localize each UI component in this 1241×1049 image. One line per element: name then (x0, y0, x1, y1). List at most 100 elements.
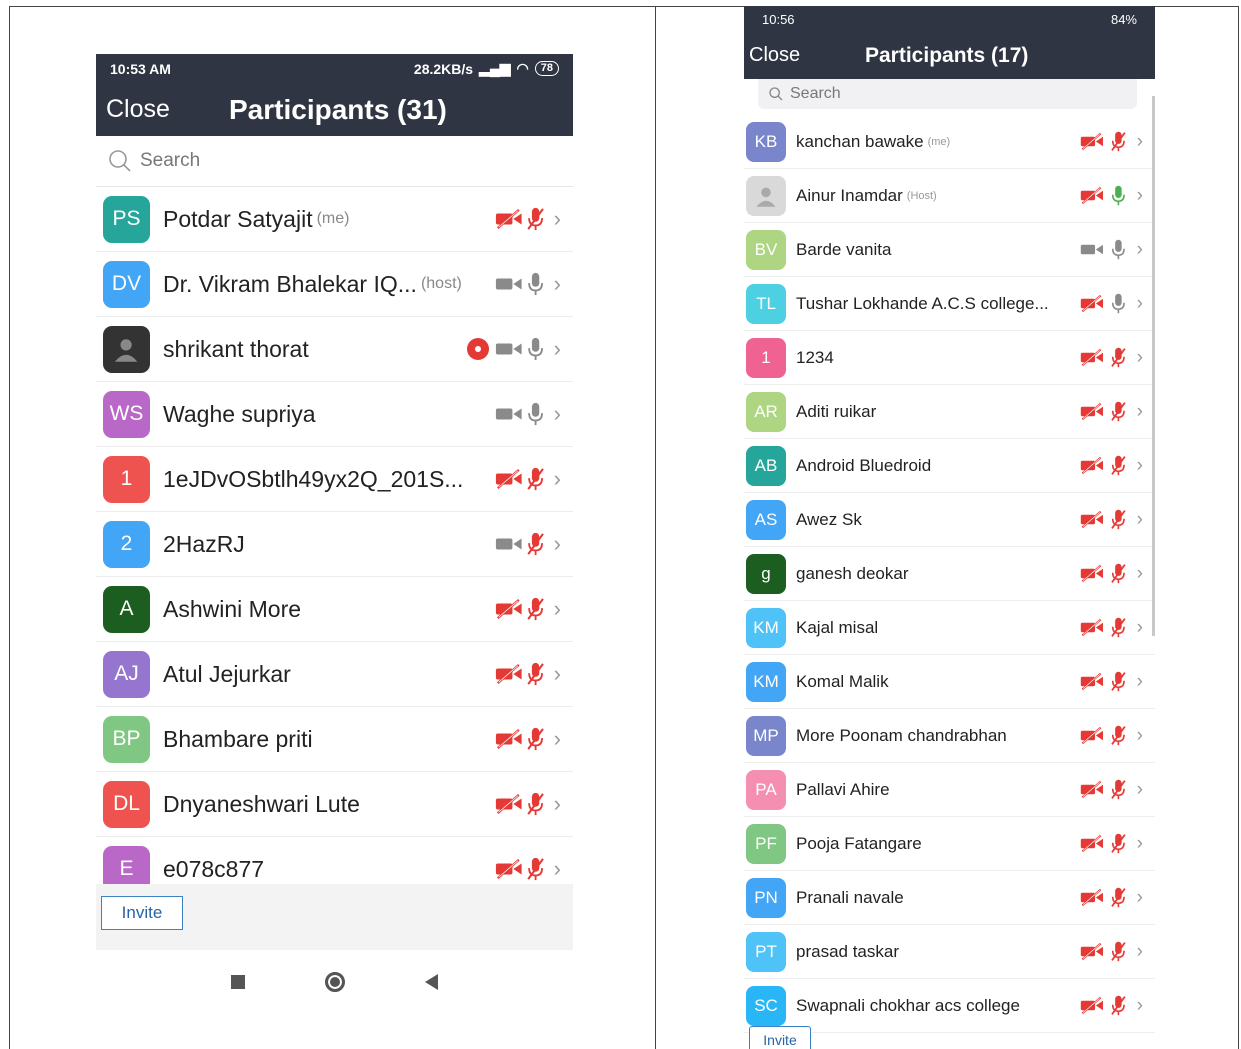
participant-row[interactable]: g ganesh deokar › (744, 547, 1155, 601)
participant-row[interactable]: KM Kajal misal › (744, 601, 1155, 655)
chevron-right-icon[interactable]: › (1137, 725, 1143, 747)
chevron-right-icon[interactable]: › (554, 206, 561, 232)
participant-row[interactable]: MP More Poonam chandrabhan › (744, 709, 1155, 763)
mic-icon[interactable] (1110, 185, 1127, 206)
participant-row[interactable]: A Ashwini More › (96, 577, 573, 642)
recents-icon[interactable] (231, 975, 245, 989)
scrollbar[interactable] (1152, 96, 1155, 636)
mic-off-icon[interactable] (1110, 833, 1127, 854)
video-off-icon[interactable] (1080, 780, 1104, 799)
participant-row[interactable]: 1 1234 › (744, 331, 1155, 385)
chevron-right-icon[interactable]: › (1137, 617, 1143, 639)
mic-off-icon[interactable] (1110, 725, 1127, 746)
mic-off-icon[interactable] (1110, 941, 1127, 962)
invite-button[interactable]: Invite (101, 896, 183, 930)
participant-row[interactable]: BV Barde vanita › (744, 223, 1155, 277)
mic-icon[interactable] (526, 272, 545, 296)
mic-off-icon[interactable] (526, 662, 545, 686)
video-off-icon[interactable] (1080, 672, 1104, 691)
participant-row[interactable]: TL Tushar Lokhande A.C.S college... › (744, 277, 1155, 331)
search-input[interactable]: Search (140, 150, 200, 172)
search-bar[interactable]: Search (758, 79, 1137, 109)
mic-icon[interactable] (1110, 239, 1127, 260)
video-off-icon[interactable] (495, 793, 523, 815)
mic-off-icon[interactable] (526, 597, 545, 621)
video-off-icon[interactable] (495, 208, 523, 230)
participant-row[interactable]: PT prasad taskar › (744, 925, 1155, 979)
chevron-right-icon[interactable]: › (1137, 455, 1143, 477)
chevron-right-icon[interactable]: › (1137, 401, 1143, 423)
chevron-right-icon[interactable]: › (1137, 131, 1143, 153)
participant-row[interactable]: 2 2HazRJ › (96, 512, 573, 577)
mic-off-icon[interactable] (1110, 671, 1127, 692)
video-off-icon[interactable] (1080, 834, 1104, 853)
mic-off-icon[interactable] (526, 857, 545, 881)
mic-off-icon[interactable] (1110, 455, 1127, 476)
video-off-icon[interactable] (495, 728, 523, 750)
participant-row[interactable]: 1 1eJDvOSbtlh49yx2Q_201S... › (96, 447, 573, 512)
participant-row[interactable]: WS Waghe supriya › (96, 382, 573, 447)
video-off-icon[interactable] (1080, 456, 1104, 475)
chevron-right-icon[interactable]: › (1137, 779, 1143, 801)
mic-icon[interactable] (526, 402, 545, 426)
video-off-icon[interactable] (1080, 402, 1104, 421)
video-off-icon[interactable] (1080, 132, 1104, 151)
video-off-icon[interactable] (1080, 996, 1104, 1015)
video-off-icon[interactable] (1080, 186, 1104, 205)
search-input[interactable]: Search (790, 85, 841, 103)
chevron-right-icon[interactable]: › (1137, 509, 1143, 531)
video-icon[interactable] (495, 403, 523, 425)
participant-row[interactable]: Ainur Inamdar (Host) › (744, 169, 1155, 223)
chevron-right-icon[interactable]: › (1137, 671, 1143, 693)
video-off-icon[interactable] (1080, 510, 1104, 529)
participant-row[interactable]: BP Bhambare priti › (96, 707, 573, 772)
video-icon[interactable] (1080, 240, 1104, 259)
video-off-icon[interactable] (495, 598, 523, 620)
chevron-right-icon[interactable]: › (1137, 887, 1143, 909)
mic-off-icon[interactable] (1110, 509, 1127, 530)
video-off-icon[interactable] (1080, 726, 1104, 745)
chevron-right-icon[interactable]: › (554, 401, 561, 427)
participant-row[interactable]: PA Pallavi Ahire › (744, 763, 1155, 817)
mic-off-icon[interactable] (526, 467, 545, 491)
chevron-right-icon[interactable]: › (1137, 239, 1143, 261)
video-off-icon[interactable] (1080, 564, 1104, 583)
mic-off-icon[interactable] (526, 792, 545, 816)
video-off-icon[interactable] (1080, 348, 1104, 367)
chevron-right-icon[interactable]: › (1137, 293, 1143, 315)
chevron-right-icon[interactable]: › (1137, 995, 1143, 1017)
invite-button[interactable]: Invite (749, 1026, 811, 1049)
mic-icon[interactable] (526, 337, 545, 361)
mic-off-icon[interactable] (1110, 347, 1127, 368)
mic-off-icon[interactable] (1110, 995, 1127, 1016)
chevron-right-icon[interactable]: › (1137, 941, 1143, 963)
video-off-icon[interactable] (1080, 294, 1104, 313)
mic-off-icon[interactable] (1110, 563, 1127, 584)
video-icon[interactable] (495, 273, 523, 295)
mic-off-icon[interactable] (1110, 617, 1127, 638)
participant-row[interactable]: AJ Atul Jejurkar › (96, 642, 573, 707)
video-off-icon[interactable] (1080, 942, 1104, 961)
chevron-right-icon[interactable]: › (1137, 347, 1143, 369)
participant-row[interactable]: AS Awez Sk › (744, 493, 1155, 547)
chevron-right-icon[interactable]: › (554, 596, 561, 622)
chevron-right-icon[interactable]: › (554, 336, 561, 362)
participant-row[interactable]: AB Android Bluedroid › (744, 439, 1155, 493)
chevron-right-icon[interactable]: › (554, 856, 561, 882)
chevron-right-icon[interactable]: › (554, 791, 561, 817)
chevron-right-icon[interactable]: › (1137, 833, 1143, 855)
chevron-right-icon[interactable]: › (1137, 563, 1143, 585)
video-off-icon[interactable] (1080, 888, 1104, 907)
chevron-right-icon[interactable]: › (554, 661, 561, 687)
mic-off-icon[interactable] (526, 207, 545, 231)
participant-row[interactable]: DV Dr. Vikram Bhalekar IQ... (host) › (96, 252, 573, 317)
participant-row[interactable]: PF Pooja Fatangare › (744, 817, 1155, 871)
chevron-right-icon[interactable]: › (554, 466, 561, 492)
home-icon[interactable] (325, 972, 345, 992)
participant-row[interactable]: KB kanchan bawake (me) › (744, 115, 1155, 169)
mic-off-icon[interactable] (1110, 401, 1127, 422)
video-off-icon[interactable] (495, 663, 523, 685)
mic-icon[interactable] (1110, 293, 1127, 314)
participant-row[interactable]: AR Aditi ruikar › (744, 385, 1155, 439)
participant-row[interactable]: PS Potdar Satyajit (me) › (96, 187, 573, 252)
